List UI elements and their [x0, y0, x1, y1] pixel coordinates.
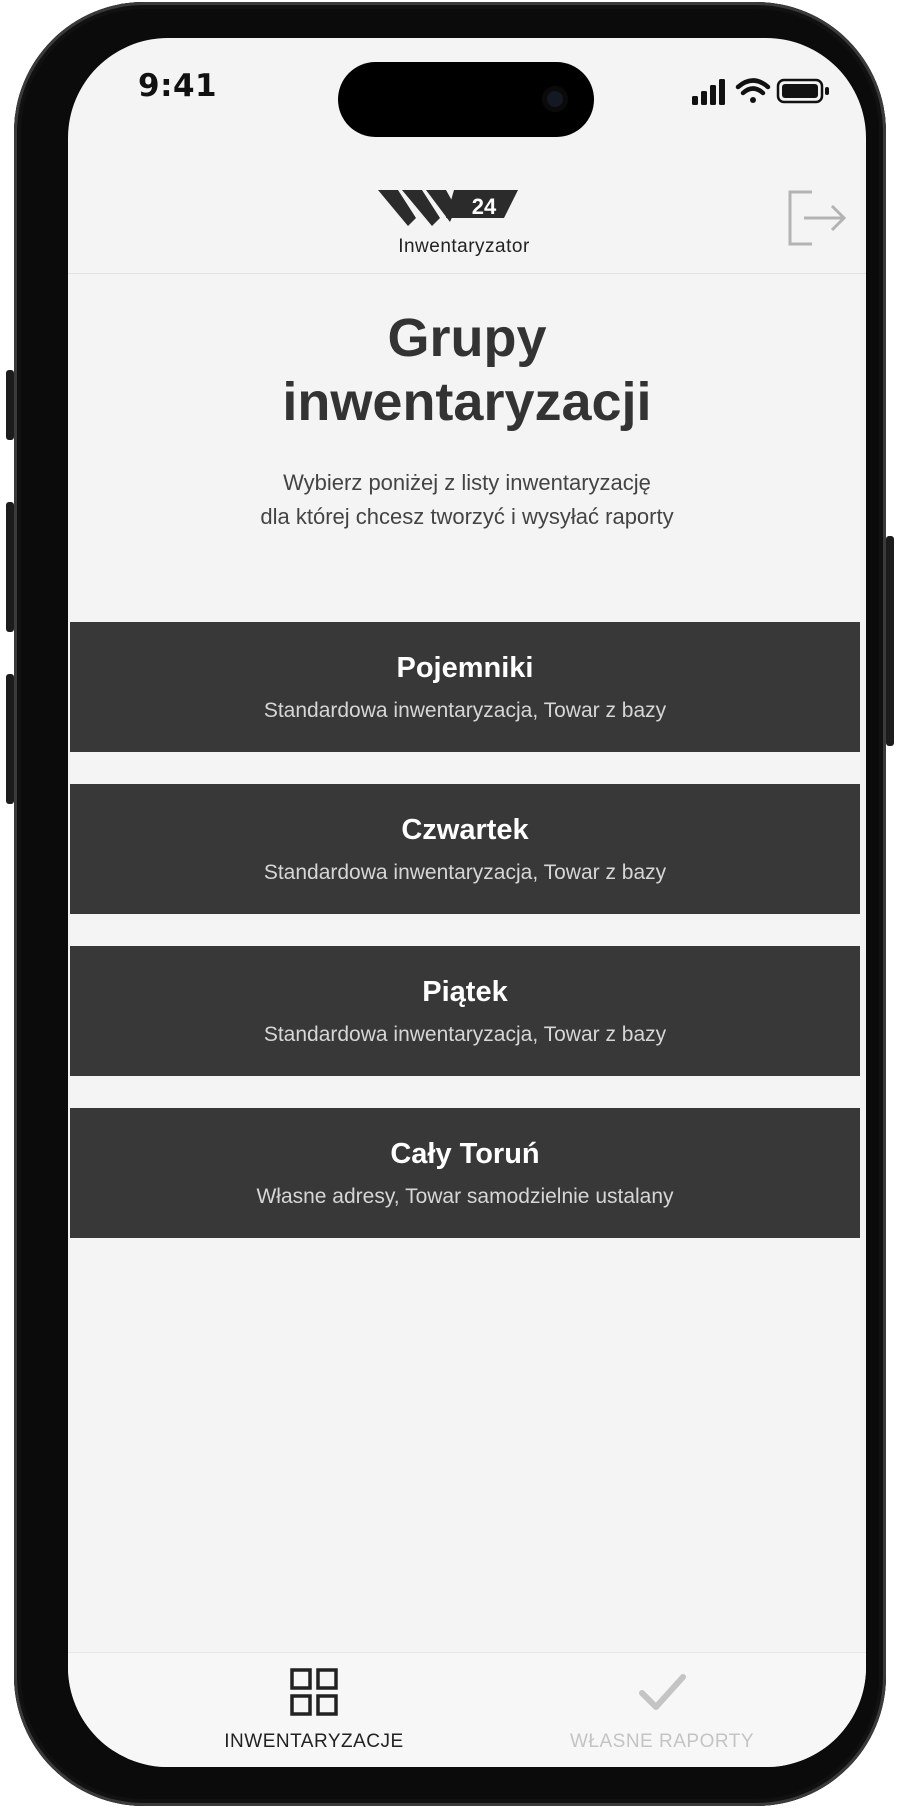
logout-icon [788, 190, 847, 246]
group-item-pojemniki[interactable]: Pojemniki Standardowa inwentaryzacja, To… [70, 622, 860, 752]
page-subtitle-line2: dla której chcesz tworzyć i wysyłać rapo… [260, 504, 674, 529]
page-subtitle-line1: Wybierz poniżej z listy inwentaryzację [283, 470, 651, 495]
group-description: Standardowa inwentaryzacja, Towar z bazy [263, 698, 667, 722]
action-button [6, 370, 14, 440]
power-button [886, 536, 894, 746]
phone-frame: 9:41 24 Inwentaryzator Grupy inwentaryza… [6, 2, 894, 1806]
volume-up-button [6, 502, 14, 632]
group-name: Pojemniki [396, 651, 534, 684]
group-name: Piątek [422, 975, 508, 1008]
group-item-piatek[interactable]: Piątek Standardowa inwentaryzacja, Towar… [70, 946, 860, 1076]
battery-icon [776, 78, 829, 104]
page-title-line1: Grupy [387, 308, 547, 368]
group-list: Pojemniki Standardowa inwentaryzacja, To… [70, 622, 860, 1270]
screen: 9:41 24 Inwentaryzator Grupy inwentaryza… [68, 38, 866, 1767]
tab-inwentaryzacje[interactable]: INWENTARYZACJE [164, 1653, 464, 1767]
page-subtitle: Wybierz poniżej z listy inwentaryzację d… [158, 466, 776, 534]
checkmark-icon [639, 1674, 686, 1710]
grid-icon [290, 1668, 338, 1716]
bottom-tab-bar: INWENTARYZACJE WŁASNE RAPORTY [68, 1652, 866, 1767]
app-header: 24 Inwentaryzator [68, 148, 866, 274]
tab-label: INWENTARYZACJE [224, 1731, 404, 1752]
status-time: 9:41 [138, 68, 218, 104]
group-name: Cały Toruń [390, 1137, 540, 1170]
logo-text: Inwentaryzator [398, 236, 530, 257]
logo-number: 24 [472, 194, 497, 219]
status-bar: 9:41 [68, 38, 866, 148]
group-item-czwartek[interactable]: Czwartek Standardowa inwentaryzacja, Tow… [70, 784, 860, 914]
group-description: Standardowa inwentaryzacja, Towar z bazy [263, 1022, 667, 1046]
logout-button[interactable] [786, 188, 848, 248]
dynamic-island [338, 62, 594, 137]
page-title-line2: inwentaryzacji [282, 372, 652, 432]
wifi-icon [735, 78, 771, 103]
app-logo: 24 Inwentaryzator [378, 188, 550, 268]
volume-down-button [6, 674, 14, 804]
camera-icon [542, 86, 568, 112]
group-name: Czwartek [401, 813, 529, 846]
signal-icon [692, 79, 725, 105]
logo-mark: 24 [378, 190, 518, 226]
group-description: Standardowa inwentaryzacja, Towar z bazy [263, 860, 667, 884]
status-icons [692, 78, 829, 105]
tab-wlasne-raporty[interactable]: WŁASNE RAPORTY [512, 1653, 812, 1767]
group-item-caly-torun[interactable]: Cały Toruń Własne adresy, Towar samodzie… [70, 1108, 860, 1238]
tab-label: WŁASNE RAPORTY [569, 1731, 755, 1752]
page-title: Grupy inwentaryzacji [68, 306, 866, 434]
group-description: Własne adresy, Towar samodzielnie ustala… [256, 1184, 674, 1208]
